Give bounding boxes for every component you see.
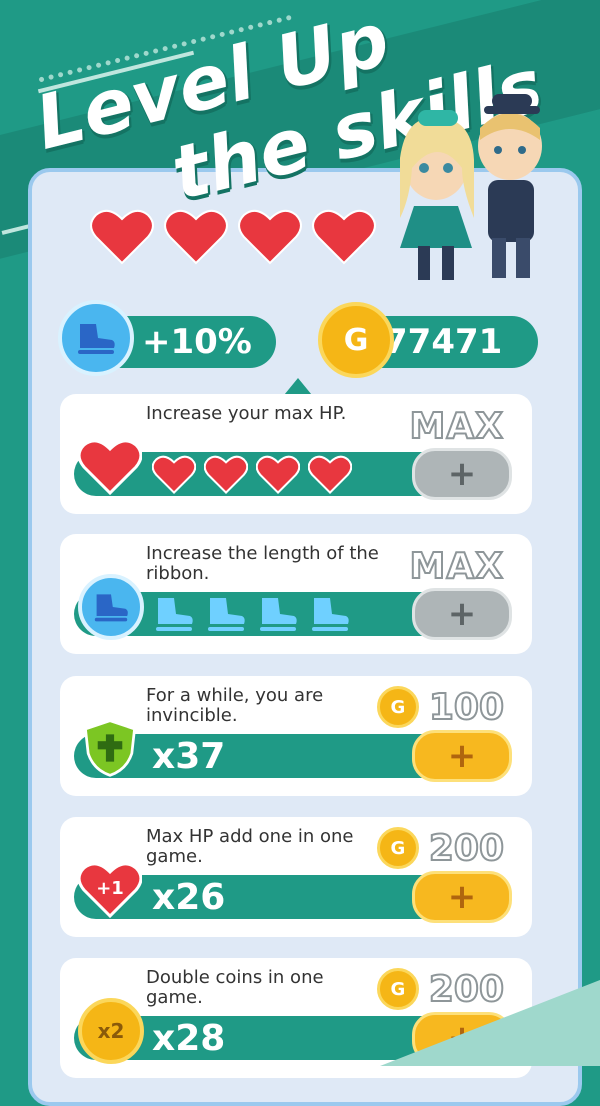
- price-value: 200: [428, 827, 505, 870]
- skill-price: G 100: [376, 686, 505, 729]
- coin-x2-icon: x2: [78, 998, 144, 1064]
- price-value: 100: [428, 686, 505, 729]
- skill-card-ribbon: Increase the length of the ribbon. MAX +: [60, 534, 532, 654]
- skate-icon: [156, 598, 193, 631]
- coin-icon: G: [376, 827, 419, 869]
- skill-card-invincible: For a while, you are invincible. G 100 x…: [60, 676, 532, 796]
- skill-description: For a while, you are invincible.: [146, 685, 324, 726]
- skill-description: Double coins in one game.: [146, 967, 324, 1008]
- hp-heart-icon: [238, 209, 302, 265]
- skate-icon: [78, 574, 144, 640]
- hp-heart-icon: [164, 209, 228, 265]
- heart-plus-one-icon: +1: [78, 857, 142, 921]
- coin-total-value: 77471: [384, 322, 503, 362]
- upgrade-button[interactable]: +: [412, 448, 512, 500]
- skill-description: Max HP add one in one game.: [146, 826, 354, 867]
- buy-button[interactable]: +: [412, 871, 512, 923]
- hp-heart-icon: [90, 209, 154, 265]
- heart-icon: [204, 455, 248, 494]
- buy-button[interactable]: +: [412, 730, 512, 782]
- shield-cross-icon: [78, 716, 142, 780]
- skate-icon: [208, 598, 245, 631]
- hp-level-icons: [152, 454, 352, 494]
- decor-corner: [380, 980, 600, 1066]
- skate-icon: [312, 598, 349, 631]
- heart-icon: [78, 434, 142, 498]
- coin-icon: G: [318, 302, 394, 378]
- coin-icon: G: [376, 686, 419, 728]
- skill-description: Increase your max HP.: [146, 403, 347, 424]
- svg-text:+1: +1: [96, 878, 124, 899]
- heart-icon: [308, 455, 352, 494]
- item-count: x37: [152, 736, 226, 777]
- skate-icon: [58, 300, 134, 376]
- skate-icon: [260, 598, 297, 631]
- skill-status: MAX: [409, 545, 504, 588]
- hp-heart-icon: [312, 209, 376, 265]
- skill-card-extra-hp: Max HP add one in one game. G 200 +1 x26…: [60, 817, 532, 937]
- skate-bonus-value: +10%: [142, 322, 252, 362]
- ribbon-level-icons: [152, 594, 352, 634]
- heart-icon: [152, 455, 196, 494]
- heart-icon: [256, 455, 300, 494]
- upgrade-button[interactable]: +: [412, 588, 512, 640]
- skill-price: G 200: [376, 827, 505, 870]
- hp-hearts: [90, 206, 376, 266]
- skill-status: MAX: [409, 405, 504, 448]
- item-count: x28: [152, 1018, 226, 1059]
- item-count: x26: [152, 877, 226, 918]
- skill-description: Increase the length of the ribbon.: [146, 543, 379, 584]
- skater-characters-illustration: [400, 94, 542, 280]
- skill-card-max-hp: Increase your max HP. MAX +: [60, 394, 532, 514]
